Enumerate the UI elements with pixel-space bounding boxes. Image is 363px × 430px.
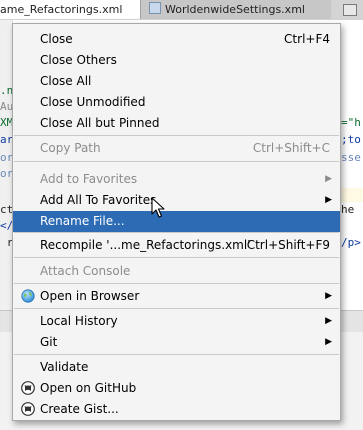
menu-item-label: Add to Favorites [40, 172, 138, 186]
menu-item-local-history[interactable]: Local History ▶ [13, 311, 340, 332]
menu-separator [14, 232, 339, 233]
tab-title: ame_Refactorings.xml [0, 3, 123, 16]
menu-item-close-others[interactable]: Close Others [13, 50, 340, 71]
menu-item-create-gist[interactable]: Create Gist... [13, 399, 340, 420]
menu-separator [14, 283, 339, 284]
code-fragment: he [341, 203, 355, 216]
menu-item-close-all[interactable]: Close All [13, 71, 340, 92]
menu-item-label: Git [40, 335, 58, 349]
editor-tab-active[interactable]: ame_Refactorings.xml [0, 0, 140, 19]
menu-separator [14, 257, 339, 258]
menu-item-label: Local History [40, 314, 118, 328]
menu-item-add-to-favorites[interactable]: Add to Favorites ▶ [13, 169, 340, 190]
code-fragment: sse [341, 151, 361, 164]
tab-title: WorldenwideSettings.xml [165, 3, 305, 16]
tab-list-icon[interactable] [343, 4, 357, 16]
menu-item-copy-path[interactable]: Copy Path Ctrl+Shift+C [13, 138, 340, 159]
menu-item-label: Close Others [40, 53, 117, 67]
browser-globe-icon [21, 289, 35, 303]
menu-item-label: Validate [40, 360, 89, 374]
code-fragment: ;to [341, 133, 361, 146]
menu-item-label: Copy Path [40, 141, 101, 155]
menu-item-label: Close Unmodified [40, 95, 146, 109]
menu-item-label: Close All but Pinned [40, 116, 160, 130]
menu-item-shortcut: Ctrl+F4 [284, 32, 330, 46]
menu-item-label: Open in Browser [40, 289, 140, 303]
menu-item-attach-console[interactable]: Attach Console [13, 261, 340, 282]
menu-item-add-all-to-favorites[interactable]: Add All To Favorites ▶ [13, 190, 340, 211]
menu-item-close-all-but-pinned[interactable]: Close All but Pinned [13, 113, 340, 134]
github-octocat-icon [21, 381, 35, 395]
menu-separator [14, 308, 339, 309]
editor-tab-bar: ame_Refactorings.xml WorldenwideSettings… [0, 0, 363, 21]
submenu-arrow-icon: ▶ [325, 291, 332, 301]
menu-item-close-unmodified[interactable]: Close Unmodified [13, 92, 340, 113]
submenu-arrow-icon: ▶ [325, 174, 332, 184]
submenu-arrow-icon: ▶ [325, 316, 332, 326]
menu-item-open-on-github[interactable]: Open on GitHub [13, 378, 340, 399]
github-octocat-icon [21, 402, 35, 416]
menu-item-open-in-browser[interactable]: Open in Browser ▶ [13, 286, 340, 307]
menu-item-shortcut: Ctrl+Shift+F9 [246, 238, 330, 252]
menu-item-label: Add All To Favorites [40, 193, 157, 207]
submenu-arrow-icon: ▶ [325, 195, 332, 205]
menu-item-validate[interactable]: Validate [13, 357, 340, 378]
menu-separator [14, 161, 339, 162]
menu-separator [14, 135, 339, 136]
menu-item-label: Recompile '...me_Refactorings.xml' [40, 238, 251, 252]
editor-tab-inactive[interactable]: WorldenwideSettings.xml [140, 0, 331, 19]
editor-tab-context-menu: Close Ctrl+F4 Close Others Close All Clo… [12, 23, 341, 421]
menu-item-label: Rename File... [40, 214, 125, 228]
menu-item-recompile[interactable]: Recompile '...me_Refactorings.xml' Ctrl+… [13, 235, 340, 256]
menu-item-rename-file[interactable]: Rename File... [13, 211, 340, 232]
submenu-arrow-icon: ▶ [325, 337, 332, 347]
menu-separator [14, 354, 339, 355]
code-fragment: /p> [341, 236, 361, 249]
menu-item-label: Create Gist... [40, 402, 119, 416]
mouse-pointer-icon [151, 197, 165, 218]
menu-item-label: Close All [40, 74, 92, 88]
menu-item-close[interactable]: Close Ctrl+F4 [13, 29, 340, 50]
menu-item-shortcut: Ctrl+Shift+C [252, 141, 330, 155]
code-fragment: ="h [341, 116, 361, 129]
menu-item-label: Open on GitHub [40, 381, 137, 395]
menu-item-git[interactable]: Git ▶ [13, 332, 340, 353]
menu-item-label: Close [40, 32, 73, 46]
menu-item-label: Attach Console [40, 264, 131, 278]
xml-file-icon [149, 2, 161, 14]
